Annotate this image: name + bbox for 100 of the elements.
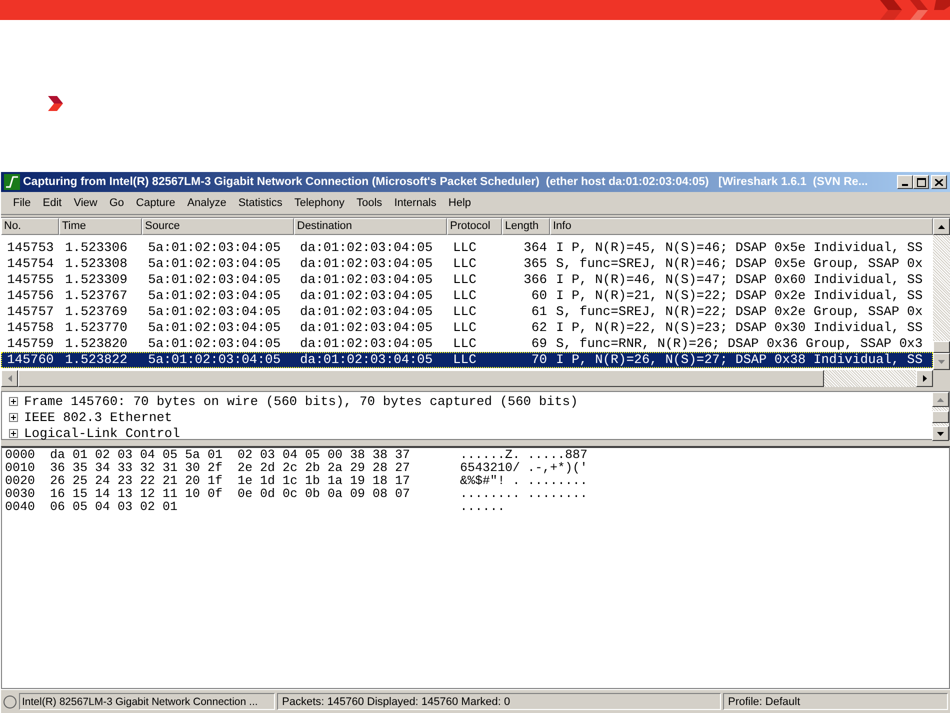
- protocol-cell-text: LLC: [452, 320, 478, 336]
- time-cell-text: 1.523770: [64, 320, 128, 336]
- scroll-down-button[interactable]: [933, 353, 950, 370]
- scroll-right-button[interactable]: [916, 370, 933, 387]
- destination-cell-text: da:01:02:03:04:05: [299, 336, 434, 352]
- column-header[interactable]: Destination: [294, 218, 447, 235]
- length-cell-text: 62: [530, 320, 548, 336]
- length-cell-text: 70: [530, 352, 548, 368]
- time-cell-text: 1.523769: [64, 304, 128, 320]
- ascii-bytes: ......Z. .....887: [460, 449, 589, 462]
- window-title: Capturing from Intel(R) 82567LM-3 Gigabit Network Connection (Microsoft's Packet Scheduler) (ether host da:01:02:03:04:05) [Wireshark 1.6.1 (SVN Re...: [23, 176, 869, 188]
- menu-item[interactable]: Edit: [36, 195, 68, 211]
- hex-bytes: da 01 02 03 04 05 5a 01 02 03 04 05 00 38 38 37: [50, 449, 412, 462]
- byte-offset: 0010: [4, 462, 36, 475]
- scroll-up-button[interactable]: [932, 392, 949, 407]
- packet-row[interactable]: 145760 1.523822 5a:01:02:03:04:05 da:01:02:03:04:05 LLC 70 I P, N(R)=26, N(S)=27; DSAP 0x38 Individual, SS: [1, 352, 933, 368]
- ascii-bytes: &%$#"! . ........: [460, 475, 589, 488]
- column-header[interactable]: Protocol: [447, 218, 502, 235]
- info-cell-text: I P, N(R)=46, N(S)=47; DSAP 0x60 Individual, SS: [555, 272, 924, 288]
- menu-item[interactable]: Internals: [388, 195, 442, 211]
- byte-offset: 0030: [4, 488, 36, 501]
- column-header[interactable]: No.: [1, 218, 59, 235]
- menu-item[interactable]: Tools: [350, 195, 388, 211]
- close-button[interactable]: [931, 175, 947, 189]
- packet-row[interactable]: 145755 1.523309 5a:01:02:03:04:05 da:01:02:03:04:05 LLC 366 I P, N(R)=46, N(S)=47; DSAP 0x60 Individual, SS: [1, 272, 933, 288]
- column-header[interactable]: Time: [59, 218, 142, 235]
- close-icon: [935, 178, 943, 186]
- menu-item[interactable]: Telephony: [288, 195, 350, 211]
- minimize-button[interactable]: [897, 175, 913, 189]
- time-cell-text: 1.523767: [64, 288, 128, 304]
- source-cell-text: 5a:01:02:03:04:05: [147, 272, 282, 288]
- left-arrow-icon: [8, 375, 12, 382]
- scroll-down-button[interactable]: [932, 426, 949, 441]
- number-cell-text: 145755: [6, 272, 55, 288]
- menu-item[interactable]: File: [7, 195, 37, 211]
- detail-label: Frame 145760: 70 bytes on wire (560 bits), 70 bytes captured (560 bits): [24, 394, 578, 408]
- status-circle-icon: [3, 694, 17, 708]
- protocol-cell-text: LLC: [452, 288, 478, 304]
- ascii-bytes: 6543210/ .-,+*)(': [460, 462, 589, 475]
- length-cell-text: 365: [522, 256, 548, 272]
- expand-icon[interactable]: [9, 412, 18, 422]
- scroll-up-button[interactable]: [933, 218, 950, 235]
- chevron-bullet-icon: [48, 96, 64, 111]
- scroll-left-button[interactable]: [1, 370, 18, 387]
- destination-cell-text: da:01:02:03:04:05: [299, 304, 434, 320]
- info-cell-text: I P, N(R)=22, N(S)=23; DSAP 0x30 Individual, SS: [555, 320, 924, 336]
- down-arrow-icon: [937, 432, 944, 436]
- menu-item[interactable]: Capture: [130, 195, 182, 211]
- packet-row[interactable]: 145756 1.523767 5a:01:02:03:04:05 da:01:02:03:04:05 LLC 60 I P, N(R)=21, N(S)=22; DSAP 0x2e Individual, SS: [1, 288, 933, 304]
- number-cell-text: 145759: [6, 336, 55, 352]
- time-cell-text: 1.523822: [64, 352, 128, 368]
- info-cell-text: I P, N(R)=26, N(S)=27; DSAP 0x38 Individual, SS: [555, 352, 924, 368]
- detail-row[interactable]: Frame 145760: 70 bytes on wire (560 bits), 70 bytes captured (560 bits): [2, 393, 932, 409]
- packet-row[interactable]: 145757 1.523769 5a:01:02:03:04:05 da:01:02:03:04:05 LLC 61 S, func=SREJ, N(R)=22; DSAP 0x2e Group, SSAP 0x: [1, 304, 933, 320]
- column-header[interactable]: Source: [142, 218, 294, 235]
- maximize-icon: [916, 178, 926, 186]
- length-cell-text: 69: [530, 336, 548, 352]
- maximize-button[interactable]: [913, 175, 929, 189]
- menu-item[interactable]: View: [68, 195, 104, 211]
- source-cell-text: 5a:01:02:03:04:05: [147, 240, 282, 256]
- byte-offset: 0000: [4, 449, 36, 462]
- number-cell-text: 145756: [6, 288, 55, 304]
- number-cell-text: 145757: [6, 304, 55, 320]
- packet-row[interactable]: 145759 1.523820 5a:01:02:03:04:05 da:01:02:03:04:05 LLC 69 S, func=RNR, N(R)=26; DSAP 0x36 Group, SSAP 0x3: [1, 336, 933, 352]
- menu-item[interactable]: Go: [103, 195, 130, 211]
- detail-row[interactable]: IEEE 802.3 Ethernet: [2, 409, 932, 425]
- hex-bytes: 16 15 14 13 12 11 10 0f 0e 0d 0c 0b 0a 09 08 07: [50, 488, 412, 501]
- detail-row[interactable]: Logical-Link Control: [2, 425, 932, 441]
- expand-icon[interactable]: [9, 396, 18, 406]
- hex-bytes: 26 25 24 23 22 21 20 1f 1e 1d 1c 1b 1a 19 18 17: [50, 475, 412, 488]
- scroll-thumb[interactable]: [932, 410, 949, 422]
- length-cell-text: 61: [530, 304, 548, 320]
- source-cell-text: 5a:01:02:03:04:05: [147, 352, 282, 368]
- time-cell-text: 1.523309: [64, 272, 128, 288]
- length-cell-text: 364: [522, 240, 548, 256]
- byte-offset: 0020: [4, 475, 36, 488]
- hex-bytes: 36 35 34 33 32 31 30 2f 2e 2d 2c 2b 2a 29 28 27: [50, 462, 412, 475]
- menu-item[interactable]: Help: [442, 195, 478, 211]
- source-cell-text: 5a:01:02:03:04:05: [147, 320, 282, 336]
- column-header[interactable]: Info: [550, 218, 933, 235]
- detail-label: IEEE 802.3 Ethernet: [24, 410, 172, 424]
- destination-cell-text: da:01:02:03:04:05: [299, 320, 434, 336]
- menu-item[interactable]: Analyze: [181, 195, 232, 211]
- scroll-thumb[interactable]: [933, 341, 950, 353]
- protocol-cell-text: LLC: [452, 240, 478, 256]
- packet-row[interactable]: 145754 1.523308 5a:01:02:03:04:05 da:01:02:03:04:05 LLC 365 S, func=SREJ, N(R)=46; DSAP 0x5e Group, SSAP 0x: [1, 256, 933, 272]
- up-arrow-icon: [937, 398, 944, 402]
- expand-icon[interactable]: [9, 428, 18, 438]
- hex-bytes: 06 05 04 03 02 01: [50, 501, 179, 514]
- up-arrow-icon: [938, 224, 945, 228]
- packet-row[interactable]: 145753 1.523306 5a:01:02:03:04:05 da:01:02:03:04:05 LLC 364 I P, N(R)=45, N(S)=46; DSAP 0x5e Individual, SS: [1, 240, 933, 256]
- detail-label: Logical-Link Control: [24, 426, 180, 440]
- menu-item[interactable]: Statistics: [232, 195, 288, 211]
- vertical-scrollbar[interactable]: [933, 218, 950, 370]
- column-header[interactable]: Length: [502, 218, 550, 235]
- packet-row[interactable]: 145758 1.523770 5a:01:02:03:04:05 da:01:02:03:04:05 LLC 62 I P, N(R)=22, N(S)=23; DSAP 0x30 Individual, SS: [1, 320, 933, 336]
- vertical-scrollbar[interactable]: [932, 392, 949, 441]
- destination-cell-text: da:01:02:03:04:05: [299, 272, 434, 288]
- protocol-cell-text: LLC: [452, 336, 478, 352]
- destination-cell-text: da:01:02:03:04:05: [299, 256, 434, 272]
